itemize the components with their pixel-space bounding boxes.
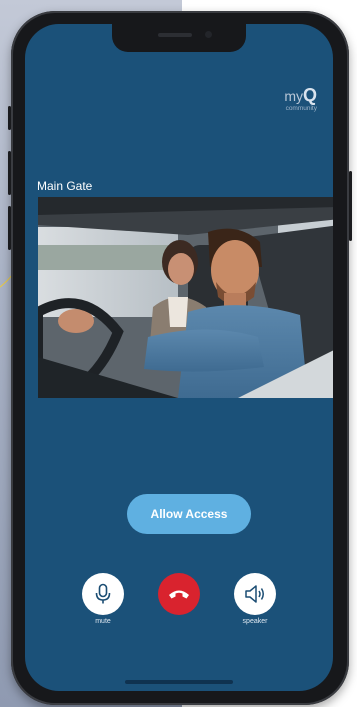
phone-side-button (8, 106, 11, 130)
speaker-button[interactable] (234, 573, 276, 615)
logo-q-text: Q (302, 85, 317, 105)
video-feed-image (38, 197, 333, 398)
logo-subtext: community (285, 105, 317, 112)
end-call-button[interactable] (158, 573, 200, 615)
speaker-icon (245, 585, 264, 603)
home-indicator (125, 680, 233, 684)
earpiece-speaker (158, 33, 192, 37)
phone-frame: myQ community Main Gate Allow Access mut… (8, 11, 352, 705)
notch (112, 24, 246, 52)
mute-button[interactable] (82, 573, 124, 615)
phone-screen: myQ community Main Gate Allow Access mut… (25, 24, 333, 691)
myq-community-logo: myQ community (284, 86, 317, 113)
speaker-label: speaker (242, 618, 268, 625)
phone-power-button (349, 171, 352, 241)
microphone-icon (95, 583, 111, 604)
video-feed (38, 197, 333, 398)
logo-my-text: my (284, 88, 303, 104)
hang-up-phone-icon (169, 590, 189, 599)
front-camera (205, 31, 212, 38)
gate-name-label: Main Gate (37, 179, 93, 193)
allow-access-button[interactable]: Allow Access (127, 494, 251, 534)
phone-volume-up-button (8, 151, 11, 195)
mute-label: mute (95, 618, 111, 625)
phone-volume-down-button (8, 206, 11, 250)
